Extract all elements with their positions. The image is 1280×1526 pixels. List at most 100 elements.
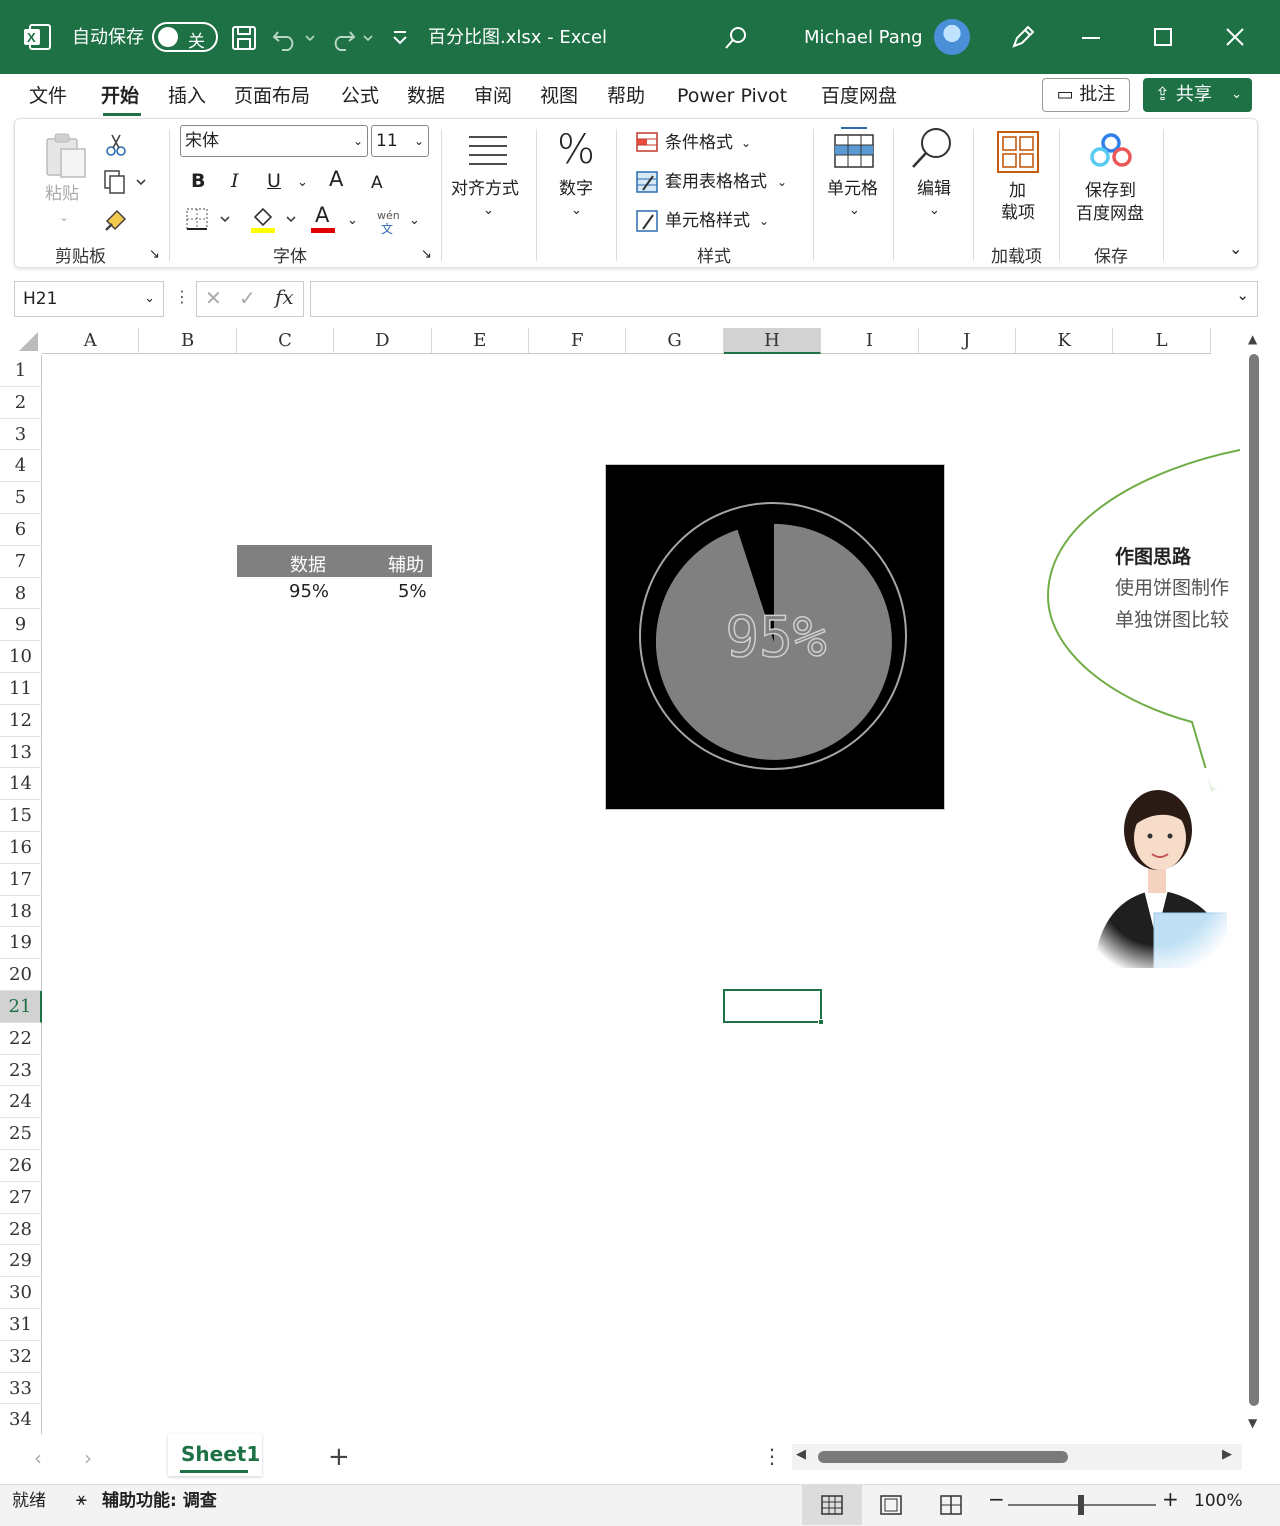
insert-function-button[interactable]: fx xyxy=(275,285,294,309)
row-header-6[interactable]: 6 xyxy=(0,514,42,546)
addins-icon[interactable] xyxy=(995,129,1041,175)
column-header-k[interactable]: K xyxy=(1016,328,1114,354)
row-header-1[interactable]: 1 xyxy=(0,355,42,387)
table-header-aux[interactable]: 辅助 xyxy=(388,551,424,577)
row-header-21[interactable]: 21 xyxy=(0,991,42,1023)
worksheet-grid[interactable]: ABCDEFGHIJKL 1 2 3 4 5 6 7 8 9 10 11 12 13 14 15 16 17 18… xyxy=(0,328,1240,1434)
scroll-down-icon[interactable]: ▼ xyxy=(1248,1416,1257,1430)
font-color-button[interactable]: A xyxy=(315,205,329,226)
paste-label[interactable]: 粘贴 xyxy=(45,184,79,204)
font-color-dropdown-icon[interactable]: ⌄ xyxy=(347,211,358,231)
user-avatar[interactable] xyxy=(934,19,970,55)
close-icon[interactable] xyxy=(1224,26,1246,48)
undo-icon[interactable] xyxy=(272,24,320,52)
row-header-10[interactable]: 10 xyxy=(0,641,42,673)
active-cell-h21[interactable] xyxy=(723,989,822,1023)
chevron-down-icon[interactable]: ⌄ xyxy=(929,201,940,221)
cells-icon[interactable] xyxy=(831,125,877,171)
grow-font-button[interactable]: A xyxy=(329,169,343,190)
column-header-f[interactable]: F xyxy=(529,328,627,354)
select-all-button[interactable] xyxy=(0,328,42,355)
save-baidu-label-line1[interactable]: 保存到 xyxy=(1085,181,1136,201)
row-header-29[interactable]: 29 xyxy=(0,1245,42,1278)
addins-label-line1[interactable]: 加 xyxy=(1009,181,1026,201)
next-sheet-icon[interactable]: › xyxy=(84,1446,92,1470)
sheet-tab-sheet1[interactable]: Sheet1 xyxy=(168,1434,262,1476)
cells-label[interactable]: 单元格 xyxy=(827,179,878,199)
row-header-17[interactable]: 17 xyxy=(0,863,42,896)
tab-baidu-netdisk[interactable]: 百度网盘 xyxy=(821,84,897,108)
fill-color-icon[interactable] xyxy=(249,203,301,235)
tab-data[interactable]: 数据 xyxy=(407,84,445,108)
chevron-down-icon[interactable]: ⌄ xyxy=(849,201,860,221)
row-header-8[interactable]: 8 xyxy=(0,577,42,610)
table-format-icon[interactable] xyxy=(635,170,659,194)
cancel-icon[interactable]: ✕ xyxy=(205,286,222,310)
row-header-28[interactable]: 28 xyxy=(0,1213,42,1246)
zoom-level[interactable]: 100% xyxy=(1194,1491,1243,1511)
collapse-ribbon-icon[interactable]: ⌄ xyxy=(1229,239,1242,259)
row-header-15[interactable]: 15 xyxy=(0,800,42,832)
prev-sheet-icon[interactable]: ‹ xyxy=(34,1446,42,1470)
row-header-20[interactable]: 20 xyxy=(0,959,42,991)
underline-button[interactable]: U xyxy=(267,171,281,191)
tab-view[interactable]: 视图 xyxy=(540,84,578,108)
row-header-31[interactable]: 31 xyxy=(0,1309,42,1341)
share-button[interactable]: ⇪ 共享 ⌄ xyxy=(1143,78,1252,112)
borders-icon[interactable] xyxy=(185,207,237,233)
vertical-scrollbar[interactable]: ▲ ▼ xyxy=(1240,328,1270,1434)
baidu-netdisk-icon[interactable] xyxy=(1089,133,1133,169)
cut-icon[interactable] xyxy=(105,133,127,157)
scroll-thumb[interactable] xyxy=(1249,354,1259,1406)
save-baidu-label-line2[interactable]: 百度网盘 xyxy=(1076,204,1144,224)
horizontal-scrollbar[interactable]: ◀ ▶ xyxy=(792,1444,1242,1470)
addins-label-line2[interactable]: 载项 xyxy=(1001,203,1035,223)
italic-button[interactable]: I xyxy=(231,171,239,191)
column-header-g[interactable]: G xyxy=(626,328,724,354)
pie-chart[interactable]: 95% xyxy=(605,464,945,810)
shrink-font-button[interactable]: A xyxy=(371,173,383,193)
chevron-down-icon[interactable]: ⌄ xyxy=(777,172,787,192)
row-header-2[interactable]: 2 xyxy=(0,386,42,419)
conditional-format-button[interactable]: 条件格式 xyxy=(665,133,733,153)
row-header-32[interactable]: 32 xyxy=(0,1340,42,1373)
row-header-11[interactable]: 11 xyxy=(0,673,42,705)
row-header-12[interactable]: 12 xyxy=(0,704,42,737)
row-header-24[interactable]: 24 xyxy=(0,1086,42,1119)
tab-file[interactable]: 文件 xyxy=(29,84,67,108)
percent-icon[interactable]: % xyxy=(557,129,595,171)
clipboard-launcher-icon[interactable]: ↘ xyxy=(149,245,160,265)
tab-page-layout[interactable]: 页面布局 xyxy=(234,84,310,108)
name-box[interactable]: H21 ⌄ xyxy=(14,281,164,317)
alignment-label[interactable]: 对齐方式 xyxy=(451,179,519,199)
row-header-16[interactable]: 16 xyxy=(0,832,42,864)
autosave-toggle[interactable]: 关 xyxy=(152,22,218,52)
add-sheet-button[interactable]: + xyxy=(328,1442,350,1472)
sheet-options-icon[interactable]: ⋮ xyxy=(762,1444,782,1468)
horizontal-scroll-thumb[interactable] xyxy=(818,1451,1068,1463)
row-header-34[interactable]: 34 xyxy=(0,1404,42,1434)
row-header-33[interactable]: 33 xyxy=(0,1372,42,1405)
save-icon[interactable] xyxy=(230,24,258,52)
font-launcher-icon[interactable]: ↘ xyxy=(421,245,432,265)
tab-insert[interactable]: 插入 xyxy=(168,84,206,108)
phonetic-dropdown-icon[interactable]: ⌄ xyxy=(409,211,420,231)
alignment-icon[interactable] xyxy=(465,133,511,169)
copy-icon[interactable] xyxy=(103,169,147,195)
search-icon[interactable] xyxy=(722,24,750,52)
find-icon[interactable] xyxy=(909,125,955,171)
column-header-c[interactable]: C xyxy=(236,328,335,354)
tab-formulas[interactable]: 公式 xyxy=(341,84,379,108)
row-header-22[interactable]: 22 xyxy=(0,1022,42,1055)
row-header-4[interactable]: 4 xyxy=(0,450,42,483)
row-header-7[interactable]: 7 xyxy=(0,545,42,578)
number-label[interactable]: 数字 xyxy=(559,179,593,199)
column-header-a[interactable]: A xyxy=(42,328,140,354)
tab-power-pivot[interactable]: Power Pivot xyxy=(677,84,787,108)
page-layout-view-icon[interactable] xyxy=(880,1495,902,1515)
row-header-25[interactable]: 25 xyxy=(0,1118,42,1150)
format-painter-icon[interactable] xyxy=(103,207,129,233)
row-header-13[interactable]: 13 xyxy=(0,736,42,769)
customize-toolbar-icon[interactable] xyxy=(390,28,410,48)
cell-d8-value[interactable]: 5% xyxy=(398,581,427,602)
